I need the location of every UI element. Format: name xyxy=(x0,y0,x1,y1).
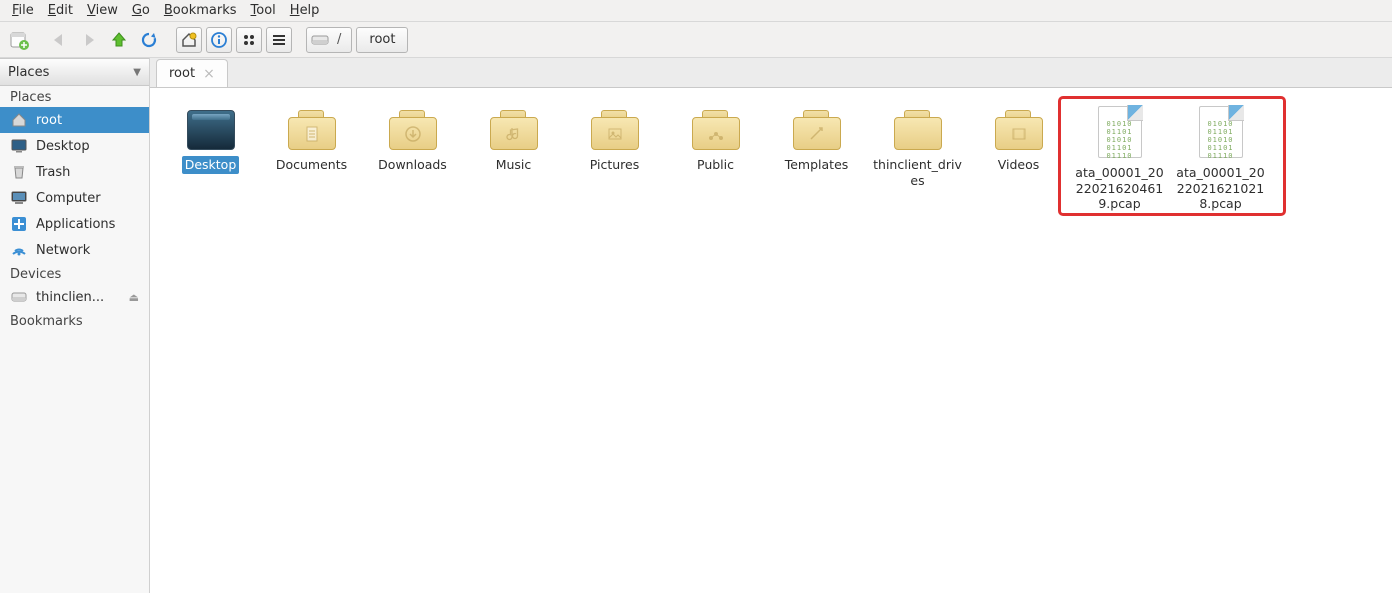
folder-icon xyxy=(692,110,740,150)
file-label: thinclient_drives xyxy=(870,156,966,189)
toolbar: / root xyxy=(0,22,1392,58)
icon-view-button[interactable] xyxy=(236,27,262,53)
sidebar-item-computer[interactable]: Computer xyxy=(0,185,149,211)
sidebar-item-label: Network xyxy=(36,243,90,258)
menuitem-bookmarks[interactable]: Bookmarks xyxy=(158,1,243,20)
drive-icon xyxy=(10,288,28,306)
sidebar-item-label: thinclien... xyxy=(36,290,104,305)
sidebar-item-desktop[interactable]: Desktop xyxy=(0,133,149,159)
forward-button[interactable] xyxy=(76,27,102,53)
sidebar-section-places: Places xyxy=(0,86,149,107)
back-button[interactable] xyxy=(46,27,72,53)
menuitem-edit[interactable]: Edit xyxy=(42,1,79,20)
folder-icon xyxy=(490,110,538,150)
reload-button[interactable] xyxy=(136,27,162,53)
new-tab-button[interactable] xyxy=(6,27,32,53)
file-item[interactable]: Documents xyxy=(261,102,362,217)
sidebar-item-label: root xyxy=(36,113,62,128)
path-root-label: / xyxy=(331,30,347,49)
trash-icon xyxy=(10,163,28,181)
file-item[interactable]: Videos xyxy=(968,102,1069,217)
chevron-down-icon: ▼ xyxy=(133,67,141,78)
network-icon xyxy=(10,241,28,259)
menubar: FileEditViewGoBookmarksToolHelp xyxy=(0,0,1392,22)
folder-icon xyxy=(288,110,336,150)
sidebar-item-label: Applications xyxy=(36,217,115,232)
drive-button[interactable]: / xyxy=(306,27,352,53)
folder-icon xyxy=(894,110,942,150)
info-button[interactable] xyxy=(206,27,232,53)
sidebar-dropdown-label: Places xyxy=(8,65,49,80)
desktop-icon xyxy=(10,137,28,155)
close-icon[interactable]: × xyxy=(203,67,215,81)
path-segment-current[interactable]: root xyxy=(356,27,408,53)
list-view-button[interactable] xyxy=(266,27,292,53)
sidebar-item-label: Computer xyxy=(36,191,101,206)
menuitem-view[interactable]: View xyxy=(81,1,124,20)
tab-label: root xyxy=(169,66,195,81)
file-label: Desktop xyxy=(182,156,240,174)
folder-icon xyxy=(793,110,841,150)
file-item[interactable]: Music xyxy=(463,102,564,217)
sidebar-section-bookmarks: Bookmarks xyxy=(0,310,149,331)
apps-icon xyxy=(10,215,28,233)
folder-icon xyxy=(995,110,1043,150)
icon-view[interactable]: Desktop Documents Downloads Music Pictures Pu… xyxy=(150,88,1392,593)
file-item[interactable]: thinclient_drives xyxy=(867,102,968,217)
file-label: Templates xyxy=(782,156,852,174)
binary-file-icon: 0101001101010100110101110 xyxy=(1199,106,1243,158)
desktop-icon xyxy=(187,110,235,150)
up-button[interactable] xyxy=(106,27,132,53)
file-item[interactable]: 0101001101010100110101110 ata_00001_20220… xyxy=(1069,102,1170,217)
sidebar-section-devices: Devices xyxy=(0,263,149,284)
sidebar-item-network[interactable]: Network xyxy=(0,237,149,263)
eject-icon[interactable]: ⏏ xyxy=(129,291,139,304)
menuitem-go[interactable]: Go xyxy=(126,1,156,20)
home-button[interactable] xyxy=(176,27,202,53)
tabstrip: root × xyxy=(150,58,1392,88)
folder-icon xyxy=(591,110,639,150)
home-icon xyxy=(10,111,28,129)
path-segment-label: root xyxy=(369,32,395,47)
sidebar-item-root[interactable]: root xyxy=(0,107,149,133)
computer-icon xyxy=(10,189,28,207)
binary-file-icon: 0101001101010100110101110 xyxy=(1098,106,1142,158)
file-label: Music xyxy=(493,156,535,174)
tab-root[interactable]: root × xyxy=(156,59,228,87)
sidebar-item-trash[interactable]: Trash xyxy=(0,159,149,185)
file-label: Public xyxy=(694,156,737,174)
menuitem-help[interactable]: Help xyxy=(284,1,326,20)
file-item[interactable]: Templates xyxy=(766,102,867,217)
file-item[interactable]: Public xyxy=(665,102,766,217)
file-item[interactable]: Downloads xyxy=(362,102,463,217)
file-item[interactable]: Pictures xyxy=(564,102,665,217)
sidebar: Places ▼ Places root Desktop Trash Computer A… xyxy=(0,58,150,593)
file-label: Pictures xyxy=(587,156,643,174)
menuitem-tool[interactable]: Tool xyxy=(245,1,282,20)
sidebar-item-thinclient[interactable]: thinclien... ⏏ xyxy=(0,284,149,310)
sidebar-item-label: Trash xyxy=(36,165,70,180)
sidebar-item-label: Desktop xyxy=(36,139,90,154)
file-label: Documents xyxy=(273,156,350,174)
file-label: Downloads xyxy=(375,156,450,174)
file-label: ata_00001_20220216204619.pcap xyxy=(1072,164,1168,213)
file-item[interactable]: Desktop xyxy=(160,102,261,217)
menuitem-file[interactable]: File xyxy=(6,1,40,20)
sidebar-item-applications[interactable]: Applications xyxy=(0,211,149,237)
main-area: root × Desktop Documents Downloads Music Pict… xyxy=(150,58,1392,593)
file-label: Videos xyxy=(995,156,1043,174)
folder-icon xyxy=(389,110,437,150)
file-item[interactable]: 0101001101010100110101110 ata_00001_20220… xyxy=(1170,102,1271,217)
file-label: ata_00001_20220216210218.pcap xyxy=(1173,164,1269,213)
sidebar-dropdown[interactable]: Places ▼ xyxy=(0,58,149,86)
